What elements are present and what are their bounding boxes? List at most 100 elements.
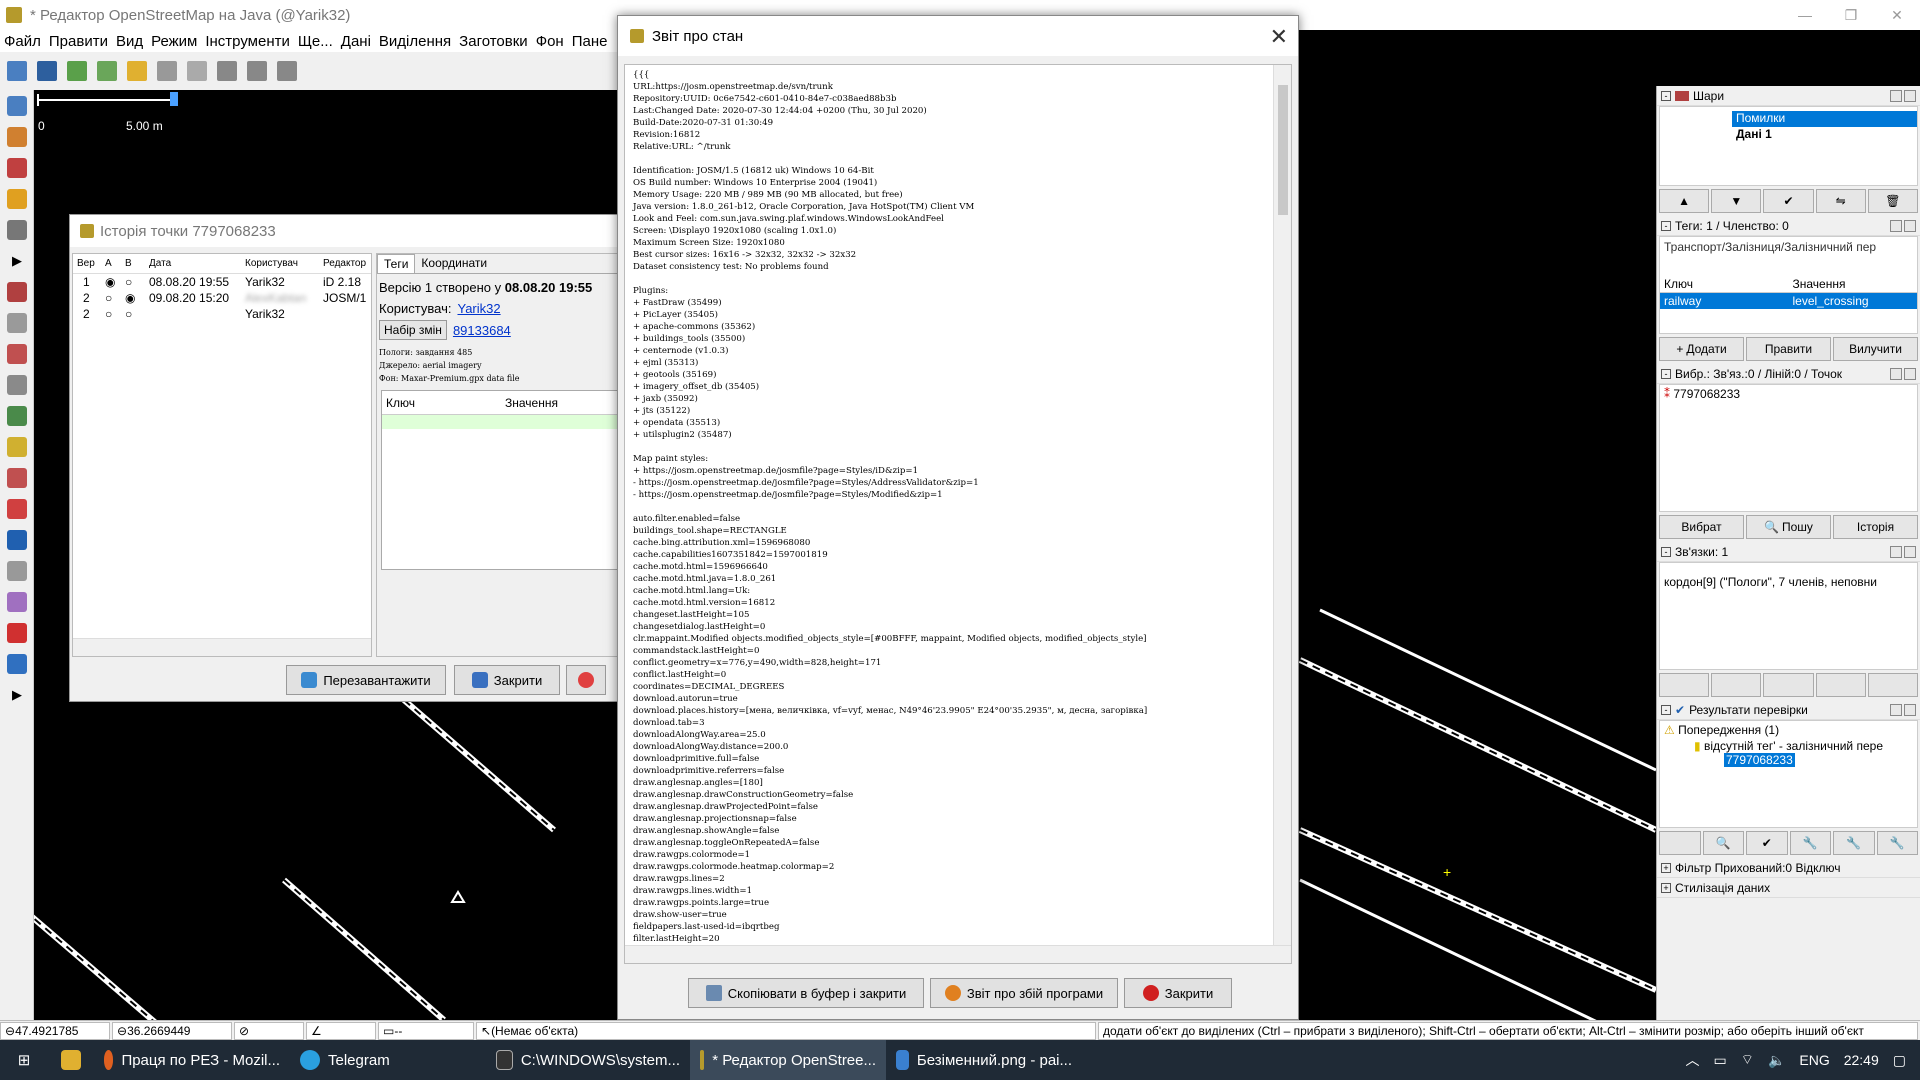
buildings-tool[interactable] xyxy=(2,215,32,245)
tab-coordinates[interactable]: Координати xyxy=(415,254,493,273)
list-item[interactable]: кордон[9] ("Пологи", 7 членів, неповни xyxy=(1660,563,1917,601)
validate-button[interactable]: ✔ xyxy=(1746,831,1788,855)
menu-mode[interactable]: Режим xyxy=(147,33,201,50)
zoom-slider-handle[interactable] xyxy=(170,92,178,106)
wifi-icon[interactable]: ⌔ xyxy=(1741,1051,1754,1069)
menu-view[interactable]: Вид xyxy=(112,33,147,50)
notes-toggle[interactable] xyxy=(2,618,32,648)
volume-icon[interactable]: 🔈 xyxy=(1768,1052,1785,1069)
styles-panel-header[interactable]: + Стилізація даних xyxy=(1657,878,1920,898)
road-line[interactable] xyxy=(1299,878,1656,1020)
close-panel-icon[interactable] xyxy=(1904,545,1916,558)
move-up-button[interactable]: ▲ xyxy=(1659,189,1710,213)
collapse-icon[interactable]: - xyxy=(1661,90,1671,101)
tree-issue[interactable]: ▮ відсутній тег' - залізничний пере xyxy=(1660,739,1917,753)
selection-panel-header[interactable]: - Вибр.: Зв'яз.:0 / Ліній:0 / Точок xyxy=(1657,364,1920,384)
menu-windows[interactable]: Пане xyxy=(568,33,612,50)
select-button[interactable]: Вибрат xyxy=(1659,515,1744,539)
relation-button-2[interactable] xyxy=(1711,673,1762,697)
road-line[interactable] xyxy=(1319,608,1656,772)
changeset-link[interactable]: 89133684 xyxy=(453,323,511,338)
copy-and-close-button[interactable]: Скопіювати в буфер і закрити xyxy=(688,978,924,1008)
scrollbar-thumb[interactable] xyxy=(1278,85,1288,215)
upload-button[interactable] xyxy=(94,58,120,84)
ignore-button[interactable]: 🔧 xyxy=(1833,831,1875,855)
collapse-icon[interactable]: - xyxy=(1661,368,1671,379)
select-tool[interactable] xyxy=(2,91,32,121)
crossing-node-icon[interactable] xyxy=(450,890,466,903)
clock[interactable]: 22:49 xyxy=(1844,1052,1879,1068)
redo-button[interactable] xyxy=(154,58,180,84)
detach-icon[interactable] xyxy=(1890,89,1902,102)
close-panel-icon[interactable] xyxy=(1904,703,1916,716)
taskbar-firefox[interactable]: Праця по РЕЗ - Mozil... xyxy=(94,1040,290,1080)
menu-data[interactable]: Дані xyxy=(337,33,375,50)
filter-toggle[interactable] xyxy=(2,556,32,586)
report-close-button[interactable]: Закрити xyxy=(1124,978,1232,1008)
battery-icon[interactable]: ▭ xyxy=(1714,1052,1727,1069)
taskbar-telegram[interactable]: Telegram xyxy=(290,1040,486,1080)
toolbar-button-8[interactable] xyxy=(214,58,240,84)
merge-button[interactable]: ⇋ xyxy=(1815,189,1866,213)
styles-toggle[interactable] xyxy=(2,587,32,617)
chevron-up-icon[interactable]: ︿ xyxy=(1686,1050,1700,1070)
validation-toggle[interactable] xyxy=(2,525,32,555)
notifications-icon[interactable]: ▢ xyxy=(1893,1052,1906,1069)
minimize-button[interactable]: — xyxy=(1782,0,1828,30)
radio-a[interactable]: ○ xyxy=(105,307,125,321)
collapse-icon[interactable]: - xyxy=(1661,704,1671,715)
fix-button[interactable]: 🔧 xyxy=(1789,831,1831,855)
railway-line[interactable] xyxy=(34,910,164,1020)
zoom-to-problem-button[interactable] xyxy=(1659,831,1701,855)
radio-a[interactable]: ○ xyxy=(105,291,125,305)
save-button[interactable] xyxy=(34,58,60,84)
history-button[interactable]: Історія xyxy=(1833,515,1918,539)
more-panels-button[interactable]: ▶ xyxy=(2,680,32,710)
maximize-button[interactable]: ❐ xyxy=(1828,0,1874,30)
relation-button-4[interactable] xyxy=(1815,673,1866,697)
radio-b[interactable]: ○ xyxy=(125,275,149,289)
menu-tools[interactable]: Інструменти xyxy=(201,33,294,50)
user-link[interactable]: Yarik32 xyxy=(457,301,500,316)
language-indicator[interactable]: ENG xyxy=(1799,1052,1829,1068)
taskbar-cmd[interactable]: C:\WINDOWS\system... xyxy=(486,1040,690,1080)
radio-a[interactable]: ◉ xyxy=(105,275,125,289)
menu-imagery[interactable]: Фон xyxy=(532,33,568,50)
validation-panel-header[interactable]: - ✔ Результати перевірки xyxy=(1657,700,1920,720)
layer-data-1[interactable]: Дані 1 xyxy=(1732,127,1917,143)
edit-tag-button[interactable]: Правити xyxy=(1746,337,1831,361)
relation-button-1[interactable] xyxy=(1659,673,1710,697)
history-close-button[interactable]: Закрити xyxy=(454,665,560,695)
open-file-button[interactable] xyxy=(4,58,30,84)
taskbar-josm[interactable]: * Редактор OpenStree... xyxy=(690,1040,886,1080)
collapse-icon[interactable]: - xyxy=(1661,546,1671,557)
validate-search-button[interactable]: 🔍 xyxy=(1702,831,1744,855)
report-horizontal-scrollbar[interactable] xyxy=(625,945,1291,963)
activate-button[interactable]: ✔ xyxy=(1763,189,1814,213)
menu-more[interactable]: Ще... xyxy=(294,33,337,50)
expand-icon[interactable]: + xyxy=(1661,862,1671,873)
detach-icon[interactable] xyxy=(1890,367,1902,380)
undo-button[interactable] xyxy=(124,58,150,84)
expand-icon[interactable]: + xyxy=(1661,882,1671,893)
menu-file[interactable]: Файл xyxy=(0,33,45,50)
draw-tool[interactable] xyxy=(2,122,32,152)
reload-button[interactable]: Перезавантажити xyxy=(286,665,446,695)
tab-tags[interactable]: Теги xyxy=(377,254,416,273)
file-explorer-button[interactable] xyxy=(48,1040,94,1080)
relation-button-5[interactable] xyxy=(1867,673,1919,697)
taskbar-paint[interactable]: Безіменний.png - pai... xyxy=(886,1040,1082,1080)
tree-node[interactable]: 7797068233 xyxy=(1660,753,1917,767)
members-toggle[interactable] xyxy=(2,463,32,493)
relations-panel-header[interactable]: - Зв'язки: 1 xyxy=(1657,542,1920,562)
toolbar-button-9[interactable] xyxy=(244,58,270,84)
detach-icon[interactable] xyxy=(1890,703,1902,716)
start-button[interactable]: ⊞ xyxy=(0,1040,48,1080)
radio-b[interactable]: ○ xyxy=(125,307,149,321)
table-row[interactable]: railway level_crossing xyxy=(1660,293,1917,309)
relation-button-3[interactable] xyxy=(1763,673,1814,697)
delete-tag-button[interactable]: Вилучити xyxy=(1833,337,1918,361)
detach-icon[interactable] xyxy=(1890,219,1902,232)
relations-toggle[interactable] xyxy=(2,432,32,462)
move-down-button[interactable]: ▼ xyxy=(1711,189,1762,213)
